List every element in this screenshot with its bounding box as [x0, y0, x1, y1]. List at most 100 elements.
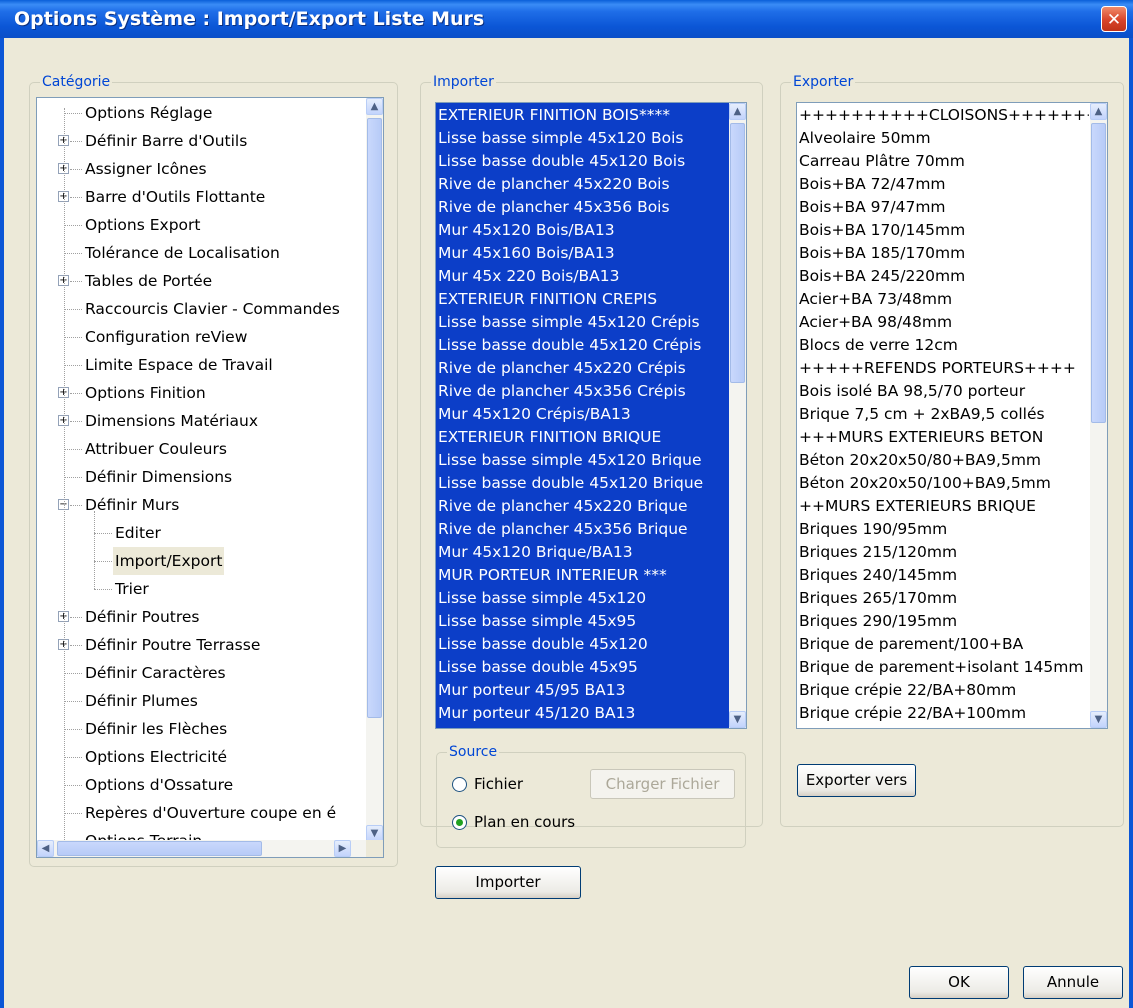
tree-item[interactable]: Options Réglage	[37, 99, 368, 127]
tree-item[interactable]: + Dimensions Matériaux	[37, 407, 368, 435]
list-item[interactable]: Bois+BA 170/145mm	[799, 219, 965, 242]
list-item[interactable]: Rive de plancher 45x356 Brique	[438, 518, 688, 541]
list-item[interactable]: EXTERIEUR FINITION CREPIS	[438, 288, 657, 311]
list-item[interactable]: Briques 240/145mm	[799, 564, 957, 587]
exporter-list[interactable]: ++++++++++CLOISONS++++++++ Alveolaire 50m…	[796, 102, 1108, 729]
list-item[interactable]: +++++REFENDS PORTEURS++++	[799, 357, 1076, 380]
list-item[interactable]: Lisse basse simple 45x120 Crépis	[438, 311, 700, 334]
list-item[interactable]: Acier+BA 98/48mm	[799, 311, 952, 334]
list-item[interactable]: Briques 290/195mm	[799, 610, 957, 633]
list-item[interactable]: Lisse basse double 45x120	[438, 633, 648, 656]
tree-item[interactable]: + Barre d'Outils Flottante	[37, 183, 368, 211]
scroll-left-icon[interactable]: ◀	[37, 840, 54, 857]
tree-vertical-scrollbar[interactable]: ▲ ▼	[366, 98, 383, 842]
list-item[interactable]: Brique crépie 22/BA+100mm	[799, 702, 1026, 725]
tree-item[interactable]: + Assigner Icônes	[37, 155, 368, 183]
list-item[interactable]: Rive de plancher 45x220 Bois	[438, 173, 670, 196]
scroll-up-icon[interactable]: ▲	[366, 98, 383, 115]
list-item[interactable]: ++++++++++CLOISONS++++++++	[799, 104, 1089, 127]
tree-item[interactable]: Configuration reView	[37, 323, 368, 351]
list-item[interactable]: Acier+BA 73/48mm	[799, 288, 952, 311]
list-item[interactable]: Brique de parement+isolant 145mm	[799, 656, 1083, 679]
importer-button[interactable]: Importer	[435, 866, 581, 899]
importer-list[interactable]: EXTERIEUR FINITION BOIS**** Lisse basse s…	[435, 102, 747, 729]
list-item[interactable]: Lisse basse double 45x120 Crépis	[438, 334, 701, 357]
list-item[interactable]: Mur porteur 45/95 BA13	[438, 679, 625, 702]
exporter-scroll-thumb[interactable]	[1091, 123, 1106, 423]
tree-item[interactable]: Définir Caractères	[37, 659, 368, 687]
list-item[interactable]: Lisse basse simple 45x120 Bois	[438, 127, 684, 150]
list-item[interactable]: Briques 190/95mm	[799, 518, 947, 541]
ok-button[interactable]: OK	[909, 966, 1009, 999]
tree-item[interactable]: Définir Dimensions	[37, 463, 368, 491]
list-item[interactable]: MUR PORTEUR INTERIEUR ***	[438, 564, 667, 587]
tree-item[interactable]: Repères d'Ouverture coupe en é	[37, 799, 368, 827]
list-item[interactable]: Béton 20x20x50/100+BA9,5mm	[799, 472, 1051, 495]
list-item[interactable]: Bois+BA 97/47mm	[799, 196, 946, 219]
scroll-up-icon[interactable]: ▲	[1090, 103, 1107, 120]
importer-scroll-thumb[interactable]	[730, 123, 745, 383]
list-item[interactable]: Rive de plancher 45x220 Crépis	[438, 357, 686, 380]
tree-hscroll-thumb[interactable]	[57, 841, 262, 856]
fichier-radio[interactable]	[452, 777, 467, 792]
tree-item[interactable]: + Tables de Portée	[37, 267, 368, 295]
tree-item[interactable]: Raccourcis Clavier - Commandes	[37, 295, 368, 323]
list-item[interactable]: Mur 45x120 Brique/BA13	[438, 541, 633, 564]
tree-item[interactable]: Options d'Ossature	[37, 771, 368, 799]
list-item[interactable]: Bois isolé BA 98,5/70 porteur	[799, 380, 1025, 403]
list-item[interactable]: Brique de parement/100+BA	[799, 633, 1023, 656]
list-item[interactable]: Mur porteur 45/120 BA13	[438, 702, 635, 725]
list-item[interactable]: Mur 45x160 Bois/BA13	[438, 242, 615, 265]
tree-item[interactable]: Import/Export	[37, 547, 368, 575]
charger-fichier-button[interactable]: Charger Fichier	[590, 769, 735, 799]
list-item[interactable]: Bois+BA 245/220mm	[799, 265, 965, 288]
list-item[interactable]: Carreau Plâtre 70mm	[799, 150, 965, 173]
tree-item[interactable]: Tolérance de Localisation	[37, 239, 368, 267]
tree-item[interactable]: Trier	[37, 575, 368, 603]
list-item[interactable]: Briques 265/170mm	[799, 587, 957, 610]
tree-item[interactable]: + Définir Poutres	[37, 603, 368, 631]
list-item[interactable]: Blocs de verre 12cm	[799, 334, 958, 357]
tree-item[interactable]: Définir Plumes	[37, 687, 368, 715]
tree-item[interactable]: + Définir Poutre Terrasse	[37, 631, 368, 659]
tree-item[interactable]: Définir les Flèches	[37, 715, 368, 743]
importer-scrollbar[interactable]: ▲ ▼	[729, 103, 746, 728]
scroll-right-icon[interactable]: ▶	[334, 840, 351, 857]
list-item[interactable]: Lisse basse simple 45x120	[438, 587, 646, 610]
list-item[interactable]: Lisse basse double 45x120 Bois	[438, 150, 685, 173]
tree-item[interactable]: Editer	[37, 519, 368, 547]
list-item[interactable]: Lisse basse double 45x120 Brique	[438, 472, 703, 495]
scroll-up-icon[interactable]: ▲	[729, 103, 746, 120]
list-item[interactable]: Alveolaire 50mm	[799, 127, 931, 150]
exporter-scrollbar[interactable]: ▲ ▼	[1090, 103, 1107, 728]
scroll-down-icon[interactable]: ▼	[729, 711, 746, 728]
list-item[interactable]: +++MURS EXTERIEURS BETON	[799, 426, 1043, 449]
scroll-down-icon[interactable]: ▼	[1090, 711, 1107, 728]
list-item[interactable]: Lisse basse double 45x95	[438, 656, 638, 679]
tree-scroll-thumb[interactable]	[367, 118, 382, 718]
cancel-button[interactable]: Annule	[1023, 966, 1123, 999]
list-item[interactable]: Lisse basse simple 45x120 Brique	[438, 449, 702, 472]
list-item[interactable]: Briques 215/120mm	[799, 541, 957, 564]
list-item[interactable]: Brique 7,5 cm + 2xBA9,5 collés	[799, 403, 1045, 426]
list-item[interactable]: Bois+BA 185/170mm	[799, 242, 965, 265]
tree-item[interactable]: Options Electricité	[37, 743, 368, 771]
tree-item[interactable]: Limite Espace de Travail	[37, 351, 368, 379]
list-item[interactable]: EXTERIEUR FINITION BOIS****	[438, 104, 670, 127]
tree-item[interactable]: + Options Finition	[37, 379, 368, 407]
close-button[interactable]: ✕	[1101, 6, 1127, 32]
list-item[interactable]: Béton 20x20x50/80+BA9,5mm	[799, 449, 1041, 472]
list-item[interactable]: Mur 45x120 Crépis/BA13	[438, 403, 631, 426]
list-item[interactable]: Mur 45x120 Bois/BA13	[438, 219, 615, 242]
list-item[interactable]: Rive de plancher 45x356 Crépis	[438, 380, 686, 403]
list-item[interactable]: Brique crépie 22/BA+80mm	[799, 679, 1016, 702]
tree-horizontal-scrollbar[interactable]: ◀ ▶	[37, 840, 368, 857]
list-item[interactable]: Mur 45x 220 Bois/BA13	[438, 265, 620, 288]
tree-item[interactable]: − Définir Murs	[37, 491, 368, 519]
tree-item[interactable]: Attribuer Couleurs	[37, 435, 368, 463]
list-item[interactable]: Rive de plancher 45x356 Bois	[438, 196, 670, 219]
exporter-vers-button[interactable]: Exporter vers	[797, 764, 916, 797]
list-item[interactable]: Rive de plancher 45x220 Brique	[438, 495, 688, 518]
list-item[interactable]: Bois+BA 72/47mm	[799, 173, 946, 196]
list-item[interactable]: EXTERIEUR FINITION BRIQUE	[438, 426, 661, 449]
